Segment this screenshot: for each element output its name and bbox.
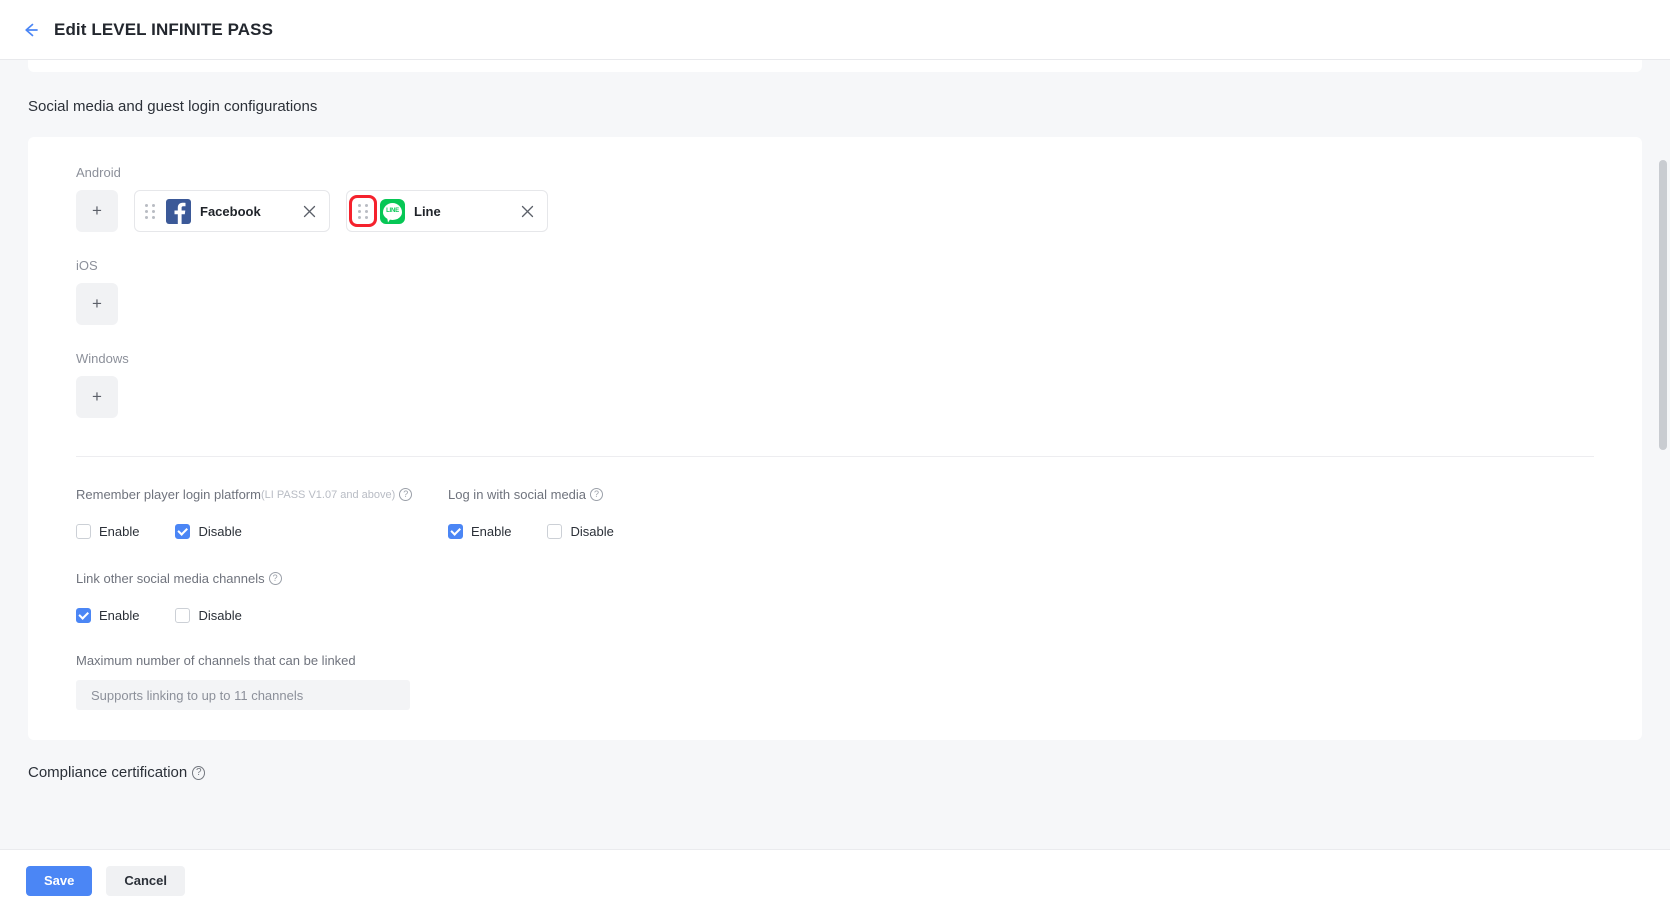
help-icon[interactable]: ? [268,572,282,585]
page-title: Edit LEVEL INFINITE PASS [54,19,274,39]
channel-chip-line[interactable]: LINE Line [346,190,548,232]
add-channel-button-windows[interactable]: + [76,376,118,418]
facebook-icon [166,198,191,224]
option-choices: Enable Disable [448,524,820,539]
section-divider [76,456,1594,457]
checkbox-label: Enable [99,608,140,623]
checkbox-enable[interactable] [448,524,463,539]
max-channels-input[interactable]: Supports linking to up to 11 channels [76,680,410,710]
platform-label-android: Android [76,165,121,180]
checkbox-item-disable[interactable]: Disable [547,524,614,539]
help-icon[interactable]: ? [192,765,206,780]
save-button[interactable]: Save [26,865,93,896]
option-remember-login: Remember player login platform (LI PASS V… [76,487,448,539]
login-options-group: Remember player login platform (LI PASS V… [76,487,1622,710]
channel-name: Line [414,203,441,219]
option-title-text: Log in with social media [448,487,587,502]
channel-chip-facebook[interactable]: Facebook [134,190,330,232]
checkbox-label: Disable [570,524,614,539]
platform-label-windows: Windows [76,351,129,366]
option-title-text: Remember player login platform [76,487,261,502]
option-link-channels: Link other social media channels ? Enabl… [76,571,1622,710]
checkbox-item-enable[interactable]: Enable [76,608,139,623]
add-channel-button-ios[interactable]: + [76,283,118,325]
social-config-panel: Android + Facebook LINE Line iOS + Windo… [28,137,1642,740]
checkbox-item-disable[interactable]: Disable [175,524,242,539]
arrow-left-icon[interactable] [20,19,42,41]
previous-section-card-edge [28,60,1642,72]
social-section-heading: Social media and guest login configurati… [0,72,1670,137]
cancel-button[interactable]: Cancel [106,865,186,896]
compliance-heading-text: Compliance certification [28,764,188,781]
scrollbar-thumb[interactable] [1659,160,1667,450]
option-title-text: Link other social media channels [76,571,265,586]
vertical-scrollbar[interactable] [1659,62,1667,792]
checkbox-label: Enable [99,524,140,539]
platform-channels-android: + Facebook LINE Line [76,190,1622,232]
checkbox-disable[interactable] [175,608,191,623]
max-channels-label: Maximum number of channels that can be l… [76,653,356,668]
help-icon[interactable]: ? [399,488,413,501]
checkbox-enable[interactable] [76,524,91,539]
checkbox-disable[interactable] [547,524,563,539]
option-label: Remember player login platform (LI PASS V… [76,487,448,502]
checkbox-item-enable[interactable]: Enable [76,524,139,539]
help-icon[interactable]: ? [590,488,604,501]
close-icon[interactable] [519,203,535,219]
channel-name: Facebook [200,203,261,219]
checkbox-item-disable[interactable]: Disable [175,608,242,623]
close-icon[interactable] [301,203,317,219]
option-choices: Enable Disable [76,608,1622,623]
line-icon: LINE [380,198,405,224]
options-row-1: Remember player login platform (LI PASS V… [76,487,1622,539]
platform-channels-ios: + [76,283,1622,325]
drag-handle-icon[interactable] [143,202,157,220]
drag-handle-icon[interactable] [349,195,377,227]
checkbox-disable[interactable] [175,524,191,539]
option-choices: Enable Disable [76,524,448,539]
action-footer: Save Cancel [0,849,1670,911]
checkbox-enable[interactable] [76,608,91,623]
content-scroll-area: Social media and guest login configurati… [0,60,1670,795]
option-title-sub: (LI PASS V1.07 and above) [260,488,396,501]
option-social-login: Log in with social media ? Enable Disabl… [448,487,820,539]
compliance-section-heading: Compliance certification ? [0,740,1670,795]
checkbox-label: Disable [198,524,242,539]
platform-label-ios: iOS [76,258,98,273]
checkbox-label: Enable [471,524,512,539]
option-label: Link other social media channels ? [76,571,1622,586]
page-header: Edit LEVEL INFINITE PASS [0,0,1670,60]
option-label: Log in with social media ? [448,487,820,502]
platform-channels-windows: + [76,376,1622,418]
app-root: Edit LEVEL INFINITE PASS Social media an… [0,0,1670,911]
checkbox-label: Disable [198,608,242,623]
checkbox-item-enable[interactable]: Enable [448,524,511,539]
add-channel-button-android[interactable]: + [76,190,118,232]
